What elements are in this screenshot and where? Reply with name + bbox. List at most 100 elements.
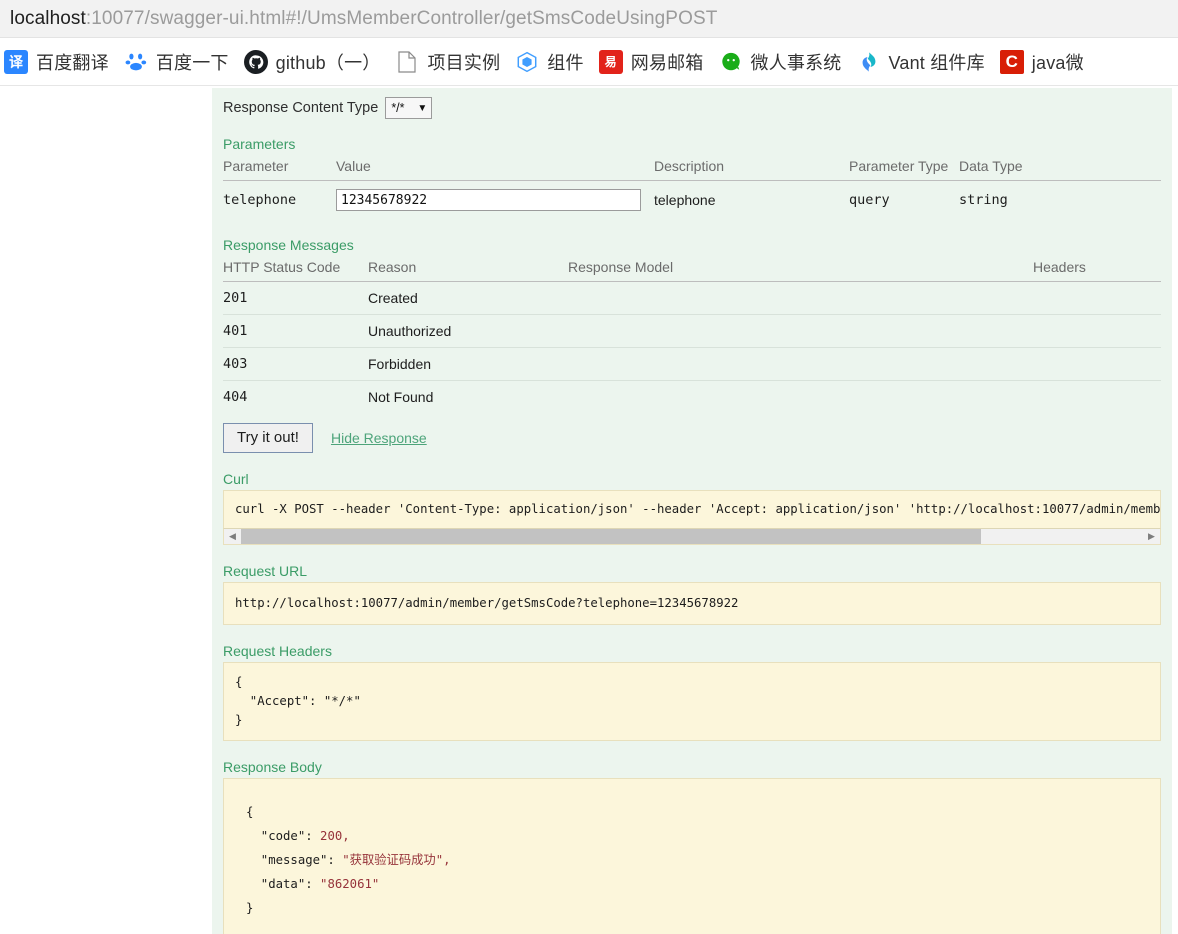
response-content-type-select[interactable]: */* ▼ [385,97,433,119]
bookmark-baidu-translate[interactable]: 译 百度翻译 [0,38,120,85]
request-headers-accept-line: "Accept": "*/*" [235,694,361,709]
request-headers-block: { "Accept": "*/*" } [223,662,1161,742]
parameters-table: Parameter Value Description Parameter Ty… [223,155,1161,219]
hide-response-link[interactable]: Hide Response [331,430,427,446]
response-body-message-key: "message": [246,853,343,868]
bookmark-label: 微人事系统 [750,52,842,73]
document-icon [395,50,419,74]
netease-mail-icon: 易 [598,49,623,74]
url-path: :10077/swagger-ui.html#!/UmsMemberContro… [85,7,718,29]
bookmark-wechat-hr-system[interactable]: 微人事系统 [715,38,853,85]
status-reason: Unauthorized [368,314,568,348]
bookmark-github[interactable]: github（一） [240,38,392,85]
bookmark-label: Vant 组件库 [888,52,985,73]
status-reason: Created [368,281,568,315]
status-code: 404 [223,389,248,405]
bookmarks-bar: 译 百度翻译 百度一下 github（一） 项目实例 组件 易 网易邮箱 微人事… [0,38,1178,86]
param-name: telephone [223,192,297,208]
response-body-data-key: "data": [246,877,321,892]
status-model [568,381,1033,414]
status-headers [1033,381,1161,414]
url-host: localhost [10,7,86,29]
curl-horizontal-scrollbar[interactable]: ◀ ▶ [223,528,1161,546]
scrollbar-track[interactable] [241,529,1143,545]
param-description: telephone [654,192,716,208]
scroll-left-arrow-icon[interactable]: ◀ [224,529,241,544]
status-model [568,281,1033,315]
table-row: telephone telephone query string [223,181,1161,220]
param-value-cell [336,181,654,220]
address-bar[interactable]: localhost:10077/swagger-ui.html#!/UmsMem… [0,0,1178,38]
table-row: 403 Forbidden [223,347,1161,381]
bookmark-label: github（一） [275,52,381,73]
request-headers-close-brace: } [235,713,243,728]
response-body-close-brace: } [246,901,254,916]
bookmark-csdn-java[interactable]: C java微 [996,38,1095,85]
bookmark-label: 网易邮箱 [630,52,704,73]
response-body-heading: Response Body [223,759,322,776]
response-messages-heading: Response Messages [223,237,354,253]
status-headers [1033,281,1161,315]
action-row: Try it out! Hide Response [223,423,1161,453]
table-row: 401 Unauthorized [223,314,1161,348]
telephone-input[interactable] [336,189,641,211]
param-type: query [849,192,890,208]
parameters-header-row: Parameter Value Description Parameter Ty… [223,155,1161,181]
col-headers: Headers [1033,256,1161,282]
status-reason: Not Found [368,389,434,405]
baidu-translate-icon: 译 [4,49,28,74]
response-body-message-value: "获取验证码成功", [342,853,451,868]
response-body-block: { "code": 200, "message": "获取验证码成功", "da… [223,778,1161,934]
bookmark-project-demo[interactable]: 项目实例 [391,38,511,85]
bookmark-baidu[interactable]: 百度一下 [120,38,240,85]
status-code: 403 [223,347,368,381]
bookmark-label: 组件 [547,52,584,73]
csdn-icon: C [999,49,1024,74]
col-http-status-code: HTTP Status Code [223,256,368,282]
request-url-value: http://localhost:10077/admin/member/getS… [223,582,1161,626]
col-reason: Reason [368,256,568,282]
bookmark-netease-mail[interactable]: 易 网易邮箱 [595,38,715,85]
response-content-type-row: Response Content Type */* ▼ [223,88,1161,119]
parameters-heading: Parameters [223,136,296,152]
status-headers [1033,347,1161,381]
request-headers-heading: Request Headers [223,643,332,660]
response-content-type-value: */* [391,101,405,115]
vant-icon [857,50,881,74]
github-icon [243,49,268,74]
status-model [568,314,1033,348]
bookmark-label: 项目实例 [427,52,501,73]
swagger-operation-panel: Response Content Type */* ▼ Parameters P… [212,88,1172,934]
scroll-right-arrow-icon[interactable]: ▶ [1143,529,1160,544]
bookmark-element-components[interactable]: 组件 [511,38,594,85]
col-value: Value [336,155,654,181]
baidu-icon [124,50,148,74]
bookmark-label: java微 [1031,52,1084,73]
response-body-open-brace: { [246,805,254,820]
scrollbar-thumb[interactable] [241,529,981,545]
response-body-code-value: 200, [320,829,350,844]
try-it-out-button[interactable]: Try it out! [223,423,313,453]
bookmark-vant[interactable]: Vant 组件库 [853,38,996,85]
response-messages-header-row: HTTP Status Code Reason Response Model H… [223,256,1161,282]
col-description: Description [654,155,849,181]
curl-command: curl -X POST --header 'Content-Type: app… [223,490,1161,529]
table-row: 404 Not Found [223,381,1161,414]
status-model [568,347,1033,381]
request-url-heading: Request URL [223,563,308,580]
col-parameter-type: Parameter Type [849,155,959,181]
wechat-icon [719,50,743,74]
bookmark-label: 百度翻译 [36,52,109,73]
col-data-type: Data Type [959,155,1161,181]
status-reason: Forbidden [368,347,568,381]
curl-heading: Curl [223,471,249,487]
request-headers-open-brace: { [235,675,243,690]
status-code: 201 [223,281,368,315]
param-data-type: string [959,192,1008,208]
response-content-type-label: Response Content Type [223,100,379,116]
browser-chrome: localhost:10077/swagger-ui.html#!/UmsMem… [0,0,1178,86]
status-headers [1033,314,1161,348]
response-body-data-value: "862061" [320,877,380,892]
url-text: localhost:10077/swagger-ui.html#!/UmsMem… [10,8,717,30]
col-response-model: Response Model [568,256,1033,282]
